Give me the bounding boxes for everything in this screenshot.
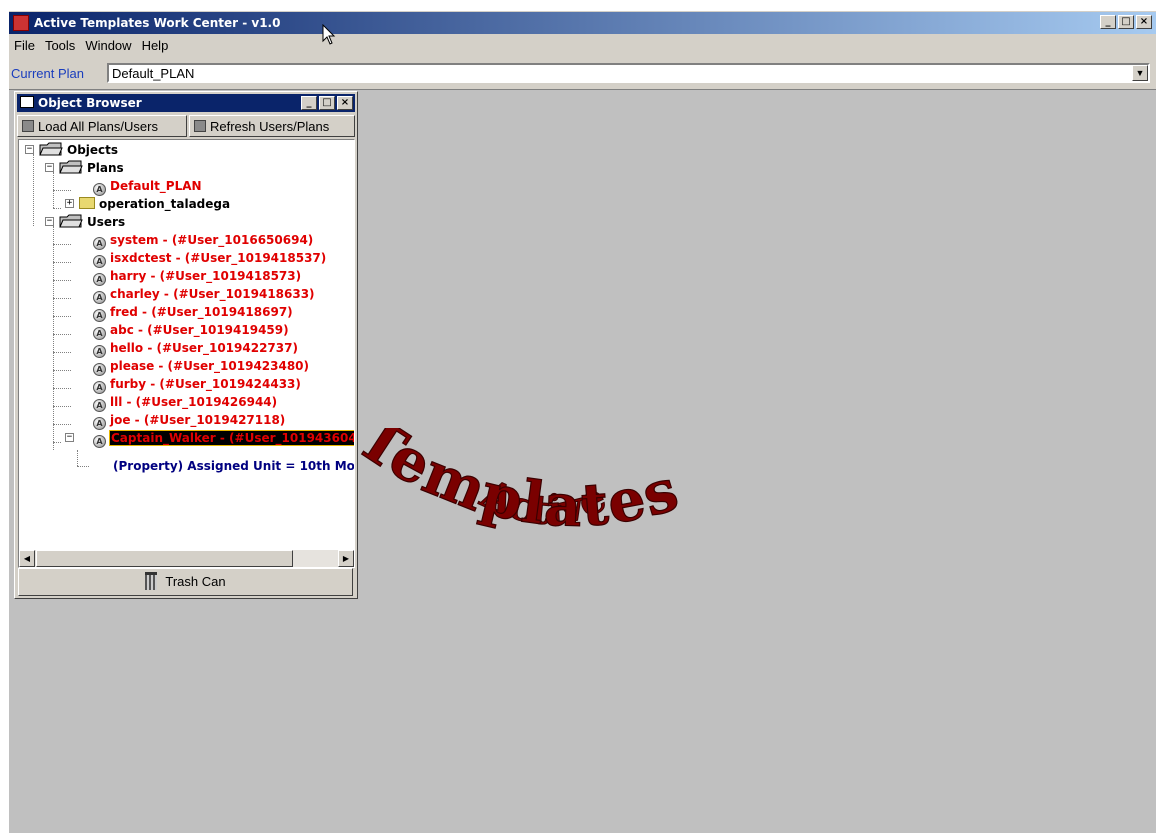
refresh-label: Refresh Users/Plans <box>210 119 330 134</box>
app-icon <box>13 15 29 31</box>
monitor-icon <box>20 96 34 108</box>
tree-node-user[interactable]: Afred - (#User_1019418697) <box>93 303 293 322</box>
svg-text:Templates: Templates <box>345 428 687 540</box>
minimize-button[interactable]: _ <box>1100 15 1116 29</box>
tree-label-user-selected: Captain_Walker - (#User_1019436044 <box>108 430 354 446</box>
tree-node-user[interactable]: Afurby - (#User_1019424433) <box>93 375 301 394</box>
tree-node-plan[interactable]: operation_taladega <box>79 195 230 213</box>
object-browser-titlebar[interactable]: Object Browser _ □ × <box>17 94 355 112</box>
closed-folder-icon <box>79 197 95 209</box>
horizontal-scrollbar[interactable]: ◀ ▶ <box>19 550 354 567</box>
tree-label-objects: Objects <box>67 143 119 157</box>
tree-label-property: (Property) Assigned Unit = 10th Mour <box>113 459 354 473</box>
tree-label-user: system - (#User_1016650694) <box>110 233 314 247</box>
object-browser-toolbar: Load All Plans/Users Refresh Users/Plans <box>17 114 355 138</box>
scroll-left-icon[interactable]: ◀ <box>19 550 35 567</box>
object-circle-icon: A <box>93 435 106 448</box>
tree-label-user: hello - (#User_1019422737) <box>110 341 298 355</box>
object-browser-title: Object Browser <box>38 96 142 110</box>
trash-can-button[interactable]: Trash Can <box>18 568 353 596</box>
plan-row: Current Plan Default_PLAN ▼ <box>9 60 1156 86</box>
tree-label-user: harry - (#User_1019418573) <box>110 269 302 283</box>
tree-label-plan: Default_PLAN <box>110 179 202 193</box>
scroll-right-icon[interactable]: ▶ <box>338 550 354 567</box>
tree-node-user[interactable]: Aharry - (#User_1019418573) <box>93 267 302 286</box>
tree-label-user: abc - (#User_1019419459) <box>110 323 289 337</box>
browser-close-button[interactable]: × <box>337 96 353 110</box>
database-icon <box>22 120 34 132</box>
tree-node-user[interactable]: Ajoe - (#User_1019427118) <box>93 411 286 430</box>
browser-minimize-button[interactable]: _ <box>301 96 317 110</box>
tree-label-user: joe - (#User_1019427118) <box>110 413 286 427</box>
tree-label-user: furby - (#User_1019424433) <box>110 377 301 391</box>
open-folder-icon <box>59 160 83 174</box>
chevron-down-icon[interactable]: ▼ <box>1132 65 1148 81</box>
object-browser-window: Object Browser _ □ × Load All Plans/User… <box>14 91 358 599</box>
collapse-objects-toggle[interactable]: − <box>25 145 34 154</box>
window-titlebar[interactable]: Active Templates Work Center - v1.0 _ □ … <box>9 12 1156 34</box>
tree-label-user: lll - (#User_1019426944) <box>110 395 278 409</box>
scrollbar-thumb[interactable] <box>36 550 293 567</box>
close-button[interactable]: × <box>1136 15 1152 29</box>
tree-node-plans[interactable]: Plans <box>59 159 124 177</box>
mouse-cursor-icon <box>322 24 336 45</box>
open-folder-icon <box>39 142 63 156</box>
tree-label-user: charley - (#User_1019418633) <box>110 287 315 301</box>
tree-node-user[interactable]: Aabc - (#User_1019419459) <box>93 321 289 340</box>
tree-node-plan[interactable]: A Default_PLAN <box>93 177 202 196</box>
current-plan-select[interactable]: Default_PLAN ▼ <box>107 63 1150 83</box>
trash-can-label: Trash Can <box>165 574 226 589</box>
load-all-button[interactable]: Load All Plans/Users <box>17 115 187 137</box>
menu-help[interactable]: Help <box>137 35 174 57</box>
object-tree: − − + − − Objects Plans A Default_PLAN op… <box>19 140 354 545</box>
tree-label-user: please - (#User_1019423480) <box>110 359 310 373</box>
tree-node-user[interactable]: Acharley - (#User_1019418633) <box>93 285 315 304</box>
logo-line-2: Templates <box>345 428 686 541</box>
current-plan-label: Current Plan <box>11 66 84 81</box>
tree-node-user[interactable]: Asystem - (#User_1016650694) <box>93 231 314 250</box>
tree-label-user: isxdctest - (#User_1019418537) <box>110 251 327 265</box>
tree-node-user[interactable]: Aisxdctest - (#User_1019418537) <box>93 249 327 268</box>
collapse-users-toggle[interactable]: − <box>45 217 54 226</box>
refresh-button[interactable]: Refresh Users/Plans <box>189 115 355 137</box>
open-folder-icon <box>59 214 83 228</box>
tree-node-user-selected[interactable]: A Captain_Walker - (#User_1019436044 <box>93 429 354 448</box>
tree-node-user[interactable]: Alll - (#User_1019426944) <box>93 393 278 412</box>
trash-can-icon <box>145 572 158 590</box>
tree-label-plan: operation_taladega <box>99 197 231 211</box>
tree-label-user: fred - (#User_1019418697) <box>110 305 293 319</box>
tree-node-user[interactable]: Aplease - (#User_1019423480) <box>93 357 310 376</box>
load-all-label: Load All Plans/Users <box>38 119 158 134</box>
menu-file[interactable]: File <box>9 35 40 57</box>
tree-node-property[interactable]: (Property) Assigned Unit = 10th Mour <box>113 457 354 475</box>
menu-window[interactable]: Window <box>80 35 136 57</box>
tree-node-objects[interactable]: Objects <box>39 141 118 159</box>
maximize-button[interactable]: □ <box>1118 15 1134 29</box>
active-templates-logo: Active Templates <box>345 428 687 541</box>
expand-operation-toggle[interactable]: + <box>65 199 74 208</box>
window-title: Active Templates Work Center - v1.0 <box>34 16 281 30</box>
tree-node-user[interactable]: Ahello - (#User_1019422737) <box>93 339 298 358</box>
object-tree-panel[interactable]: − − + − − Objects Plans A Default_PLAN op… <box>18 139 355 568</box>
collapse-captain-toggle[interactable]: − <box>65 433 74 442</box>
browser-maximize-button[interactable]: □ <box>319 96 335 110</box>
tree-node-users[interactable]: Users <box>59 213 125 231</box>
tree-label-users: Users <box>87 215 126 229</box>
collapse-plans-toggle[interactable]: − <box>45 163 54 172</box>
menu-bar: File Tools Window Help <box>9 35 173 57</box>
current-plan-value: Default_PLAN <box>112 66 195 81</box>
tree-label-plans: Plans <box>87 161 124 175</box>
refresh-icon <box>194 120 206 132</box>
menu-tools[interactable]: Tools <box>40 35 80 57</box>
